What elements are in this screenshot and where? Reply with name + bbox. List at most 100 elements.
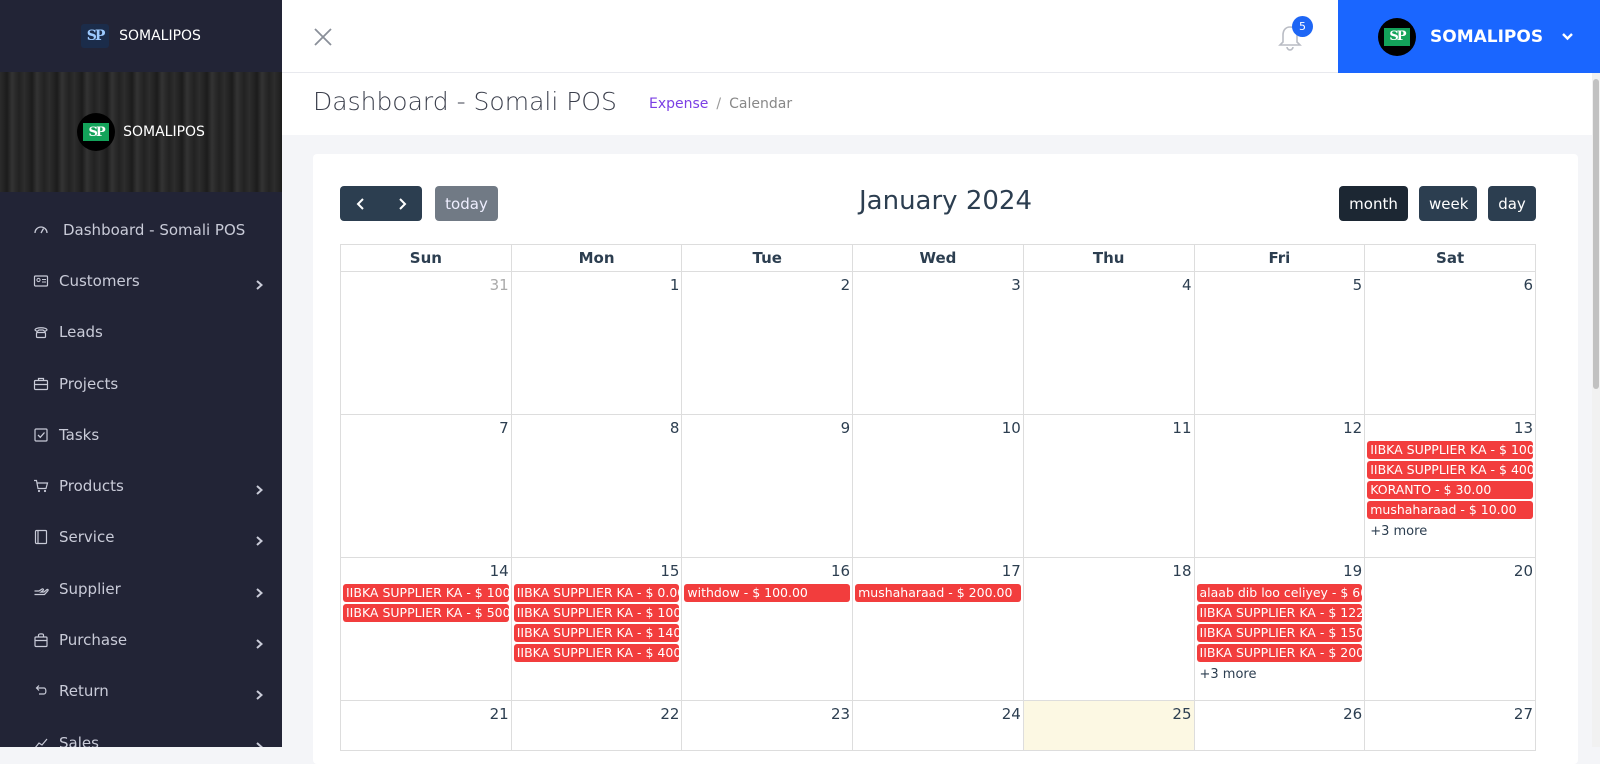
brand[interactable]: SP SOMALIPOS xyxy=(0,0,282,72)
calendar-day-cell[interactable]: 14IIBKA SUPPLIER KA - $ 100.00 IIBKA SUPP… xyxy=(340,557,512,701)
day-number[interactable]: 17 xyxy=(853,558,1023,584)
calendar-day-cell[interactable]: 7 xyxy=(340,414,512,558)
sidebar-item-dashboard-somali-pos[interactable]: Dashboard - Somali POS xyxy=(0,204,282,255)
calendar-event[interactable]: IIBKA SUPPLIER KA - $ 1000.00 xyxy=(1367,441,1533,459)
sidebar-item-leads[interactable]: Leads xyxy=(0,307,282,358)
calendar-event[interactable]: IIBKA SUPPLIER KA - $ 1000.00 xyxy=(513,604,680,622)
calendar-day-cell[interactable]: 21 xyxy=(340,700,512,751)
day-number[interactable]: 16 xyxy=(682,558,852,584)
page-scrollbar[interactable] xyxy=(1592,73,1600,747)
calendar-event[interactable]: IIBKA SUPPLIER KA - $ 1225.00 xyxy=(1196,604,1363,622)
day-number[interactable]: 9 xyxy=(682,415,852,441)
calendar-day-cell[interactable]: 1 xyxy=(510,271,683,415)
view-day-button[interactable]: day xyxy=(1488,186,1536,221)
view-month-button[interactable]: month xyxy=(1339,186,1408,221)
calendar-event[interactable]: IIBKA SUPPLIER KA - $ 0.00 xyxy=(513,584,680,602)
calendar-day-cell[interactable]: 9 xyxy=(681,414,854,558)
sidebar-item-customers[interactable]: Customers xyxy=(0,255,282,306)
calendar-day-cell[interactable]: 12 xyxy=(1193,414,1366,558)
day-number[interactable]: 27 xyxy=(1365,701,1535,727)
day-number[interactable]: 8 xyxy=(512,415,682,441)
day-number[interactable]: 1 xyxy=(512,272,682,298)
day-number[interactable]: 18 xyxy=(1024,558,1194,584)
more-events-link[interactable]: +3 more xyxy=(1197,664,1363,685)
sidebar-item-service[interactable]: Service xyxy=(0,512,282,563)
sidebar-item-tasks[interactable]: Tasks xyxy=(0,409,282,460)
calendar-event[interactable]: IIBKA SUPPLIER KA - $ 150.00 xyxy=(1196,624,1363,642)
day-number[interactable]: 13 xyxy=(1365,415,1535,441)
day-number[interactable]: 7 xyxy=(341,415,511,441)
sidebar-profile[interactable]: SP SOMALIPOS xyxy=(0,72,282,192)
calendar-day-cell[interactable]: 15 IIBKA SUPPLIER KA - $ 0.00 IIBKA SUPPLI… xyxy=(510,557,683,701)
view-week-button[interactable]: week xyxy=(1419,186,1477,221)
calendar-day-cell[interactable]: 11 xyxy=(1022,414,1195,558)
day-number[interactable]: 26 xyxy=(1195,701,1365,727)
calendar-event[interactable]: IIBKA SUPPLIER KA - $ 1400.00 xyxy=(513,624,680,642)
day-number[interactable]: 3 xyxy=(853,272,1023,298)
calendar-event[interactable]: mushaharaad - $ 10.00 xyxy=(1367,501,1533,519)
day-number[interactable]: 15 xyxy=(512,558,682,584)
day-number[interactable]: 22 xyxy=(512,701,682,727)
calendar-day-cell[interactable]: 25 xyxy=(1022,700,1195,751)
calendar-day-cell[interactable]: 19alaab dib loo celiyey - $ 60.00 IIBKA S… xyxy=(1193,557,1366,701)
scrollbar-thumb[interactable] xyxy=(1593,79,1599,389)
close-icon[interactable] xyxy=(312,26,334,48)
day-number[interactable]: 4 xyxy=(1024,272,1194,298)
calendar-event[interactable]: KORANTO - $ 30.00 xyxy=(1367,481,1533,499)
sales-icon xyxy=(33,735,49,747)
day-number[interactable]: 6 xyxy=(1365,272,1535,298)
calendar-day-cell[interactable]: 6 xyxy=(1364,271,1536,415)
day-number[interactable]: 2 xyxy=(682,272,852,298)
calendar-day-cell[interactable]: 24 xyxy=(852,700,1024,751)
calendar-event[interactable]: IIBKA SUPPLIER KA - $ 100.00 xyxy=(343,584,509,602)
user-menu[interactable]: SP SOMALIPOS xyxy=(1338,0,1600,73)
calendar-event[interactable]: IIBKA SUPPLIER KA - $ 400.00 xyxy=(513,644,680,662)
calendar-event[interactable]: IIBKA SUPPLIER KA - $ 500.00 xyxy=(343,604,509,622)
sidebar-item-supplier[interactable]: Supplier xyxy=(0,563,282,614)
calendar-day-cell[interactable]: 17 mushaharaad - $ 200.00 xyxy=(852,557,1024,701)
calendar-day-cell[interactable]: 22 xyxy=(510,700,683,751)
calendar-day-cell[interactable]: 4 xyxy=(1022,271,1195,415)
day-number[interactable]: 25 xyxy=(1024,701,1194,727)
day-number[interactable]: 23 xyxy=(682,701,852,727)
calendar-day-cell[interactable]: 31 xyxy=(340,271,512,415)
day-number[interactable]: 12 xyxy=(1195,415,1365,441)
calendar-day-cell[interactable]: 8 xyxy=(510,414,683,558)
calendar-day-cell[interactable]: 26 xyxy=(1193,700,1366,751)
breadcrumb-link-expense[interactable]: Expense xyxy=(649,96,708,112)
calendar-day-cell[interactable]: 20 xyxy=(1364,557,1536,701)
sidebar-item-return[interactable]: Return xyxy=(0,666,282,717)
calendar-day-cell[interactable]: 5 xyxy=(1193,271,1366,415)
day-number[interactable]: 20 xyxy=(1365,558,1535,584)
calendar-day-cell[interactable]: 10 xyxy=(852,414,1024,558)
prev-month-button[interactable] xyxy=(340,186,381,221)
calendar-day-cell[interactable]: 2 xyxy=(681,271,854,415)
calendar-day-cell[interactable]: 23 xyxy=(681,700,854,751)
day-number[interactable]: 21 xyxy=(341,701,511,727)
calendar-day-cell[interactable]: 3 xyxy=(852,271,1024,415)
calendar-event[interactable]: alaab dib loo celiyey - $ 60.00 xyxy=(1196,584,1363,602)
day-number[interactable]: 5 xyxy=(1195,272,1365,298)
calendar-event[interactable]: mushaharaad - $ 200.00 xyxy=(855,584,1021,602)
day-number[interactable]: 14 xyxy=(341,558,511,584)
calendar-day-cell[interactable]: 18 xyxy=(1022,557,1195,701)
day-number[interactable]: 19 xyxy=(1195,558,1365,584)
breadcrumb-separator: / xyxy=(716,96,722,112)
calendar-day-cell[interactable]: 27 xyxy=(1364,700,1536,751)
calendar-event[interactable]: IIBKA SUPPLIER KA - $ 200.00 xyxy=(1196,644,1363,662)
today-button[interactable]: today xyxy=(435,186,498,221)
day-number[interactable]: 24 xyxy=(853,701,1023,727)
sidebar-item-sales[interactable]: Sales xyxy=(0,717,282,747)
sidebar-item-projects[interactable]: Projects xyxy=(0,358,282,409)
sidebar-item-products[interactable]: Products xyxy=(0,460,282,511)
calendar-event[interactable]: IIBKA SUPPLIER KA - $ 4000.00 xyxy=(1367,461,1533,479)
more-events-link[interactable]: +3 more xyxy=(1367,521,1533,542)
calendar-event[interactable]: withdow - $ 100.00 xyxy=(684,584,851,602)
calendar-day-cell[interactable]: 16 withdow - $ 100.00 xyxy=(681,557,854,701)
day-number[interactable]: 31 xyxy=(341,272,511,298)
calendar-day-cell[interactable]: 13IIBKA SUPPLIER KA - $ 1000.00 IIBKA SUP… xyxy=(1364,414,1536,558)
day-number[interactable]: 11 xyxy=(1024,415,1194,441)
sidebar-item-purchase[interactable]: Purchase xyxy=(0,614,282,665)
next-month-button[interactable] xyxy=(381,186,422,221)
day-number[interactable]: 10 xyxy=(853,415,1023,441)
